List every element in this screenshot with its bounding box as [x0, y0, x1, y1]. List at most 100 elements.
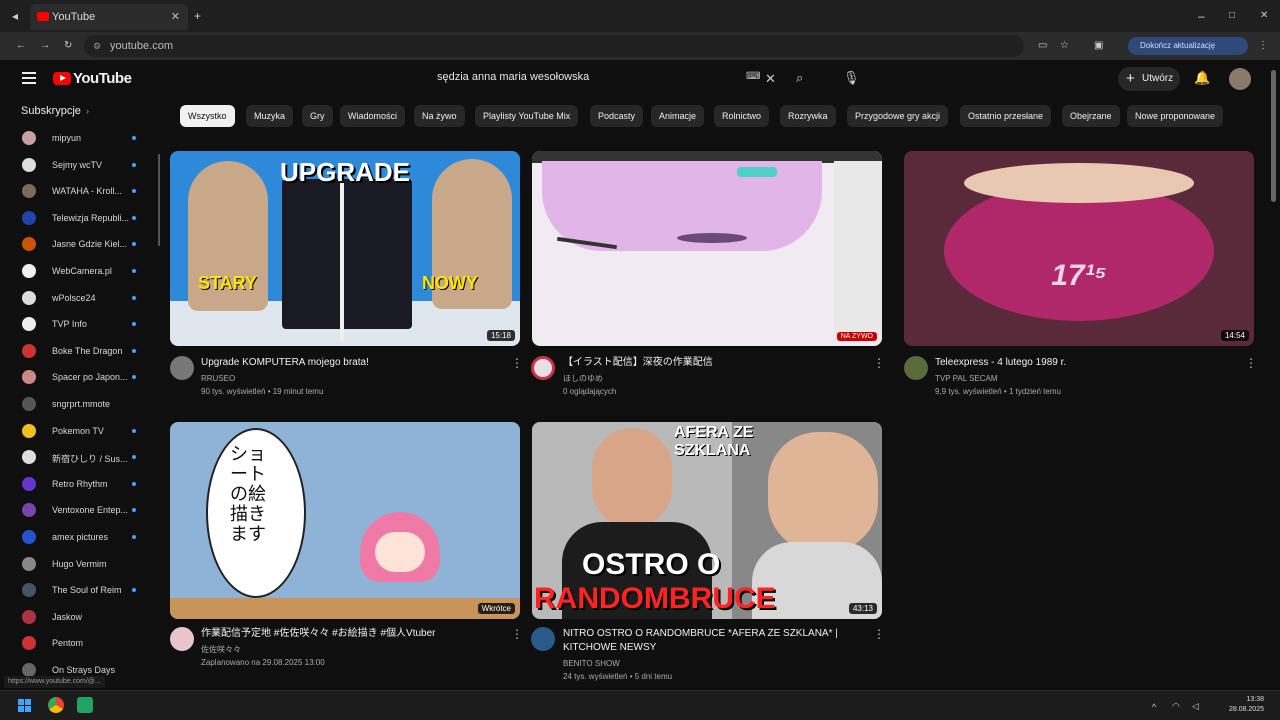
- clear-search-icon[interactable]: ✕: [765, 71, 776, 87]
- chrome-app-icon[interactable]: [48, 697, 64, 713]
- video-title[interactable]: 【イラスト配信】深夜の作業配信: [563, 356, 863, 370]
- back-icon[interactable]: ←: [16, 38, 26, 54]
- video-thumbnail-4[interactable]: ショートの絵 描きます Wkrótce: [170, 422, 520, 619]
- sidebar-subscription-item[interactable]: Pentom: [0, 630, 150, 656]
- update-button[interactable]: Dokończ aktualizację: [1128, 37, 1248, 55]
- chip-6[interactable]: Podcasty: [590, 105, 644, 127]
- notifications-icon[interactable]: 🔔: [1194, 70, 1210, 86]
- chip-9[interactable]: Rozrywka: [780, 105, 836, 127]
- sidebar-subscription-item[interactable]: Spacer po Japon...: [0, 364, 150, 390]
- tray-chevron-icon[interactable]: ^: [1152, 699, 1156, 715]
- chip-13[interactable]: Nowe proponowane: [1127, 105, 1224, 127]
- chip-8[interactable]: Rolnictwo: [714, 105, 770, 127]
- tab-menu-icon[interactable]: ◂: [12, 8, 18, 24]
- video-title[interactable]: NITRO OSTRO O RANDOMBRUCE *AFERA ZE SZKL…: [563, 627, 863, 655]
- forward-icon[interactable]: →: [40, 38, 50, 54]
- sidebar-subscription-item[interactable]: 新宿ひしり / Sus...: [0, 444, 150, 470]
- channel-avatar[interactable]: [531, 356, 555, 380]
- sidebar-subscription-item[interactable]: The Soul of Reim: [0, 577, 150, 603]
- sidebar-subscription-item[interactable]: mipyun: [0, 125, 150, 151]
- video-title[interactable]: Upgrade KOMPUTERA mojego brata!: [201, 356, 501, 370]
- minimize-icon[interactable]: –: [1198, 8, 1205, 24]
- chip-3[interactable]: Wiadomości: [340, 105, 406, 127]
- bookmark-icon[interactable]: ☆: [1060, 38, 1069, 54]
- channel-name[interactable]: 佐佐咲々々: [201, 644, 501, 656]
- search-input[interactable]: sędzia anna maria wesołowska: [437, 71, 589, 83]
- subscriptions-heading[interactable]: Subskrypcje: [21, 105, 81, 117]
- channel-avatar[interactable]: [170, 627, 194, 651]
- youtube-logo-icon[interactable]: [53, 72, 71, 85]
- sidebar-subscription-item[interactable]: WATAHA - Kroll...: [0, 178, 150, 204]
- video-thumbnail-3[interactable]: 17¹⁵ 14:54: [904, 151, 1254, 346]
- sidebar-subscription-item[interactable]: sngrprt.mmote: [0, 391, 150, 417]
- sidebar-subscription-item[interactable]: wPolsce24: [0, 285, 150, 311]
- menu-icon[interactable]: [22, 72, 36, 84]
- video-title[interactable]: 作業配信予定地 #佐佐咲々々 #お絵描き #個人Vtuber: [201, 627, 501, 641]
- close-window-icon[interactable]: ✕: [1260, 8, 1268, 24]
- video-thumbnail-5[interactable]: AFERA ZE SZKLANA OSTRO O RANDOMBRUCE 43:…: [532, 422, 882, 619]
- site-info-icon[interactable]: ⚙: [93, 35, 101, 57]
- browser-tab[interactable]: YouTube ✕: [30, 4, 188, 30]
- channel-avatar[interactable]: [904, 356, 928, 380]
- search-icon[interactable]: ⌕: [796, 70, 803, 86]
- chip-11[interactable]: Ostatnio przesłane: [960, 105, 1052, 127]
- chip-7[interactable]: Animacje: [651, 105, 705, 127]
- channel-name[interactable]: TVP PAL SECAM: [935, 373, 1235, 385]
- close-tab-icon[interactable]: ✕: [171, 4, 180, 30]
- volume-icon[interactable]: ◁: [1192, 698, 1199, 714]
- spreadsheet-app-icon[interactable]: [77, 697, 93, 713]
- chip-4[interactable]: Na żywo: [414, 105, 465, 127]
- video-thumbnail-1[interactable]: UPGRADE STARY NOWY 15:18: [170, 151, 520, 346]
- more-icon[interactable]: ⋮: [1258, 38, 1268, 54]
- channel-avatar[interactable]: [170, 356, 194, 380]
- more-actions-icon[interactable]: ⋮: [511, 627, 523, 641]
- sidebar-subscription-item[interactable]: Telewizja Republi...: [0, 205, 150, 231]
- channel-name[interactable]: ほしのゆめ: [563, 373, 863, 385]
- microphone-icon[interactable]: 🎙: [843, 70, 860, 86]
- sidebar-subscription-item[interactable]: Sejmy wcTV: [0, 152, 150, 178]
- install-icon[interactable]: ▭: [1038, 38, 1047, 54]
- chip-5[interactable]: Playlisty YouTube Mix: [475, 105, 579, 127]
- reload-icon[interactable]: ↻: [64, 38, 72, 54]
- sidebar-subscription-item[interactable]: WebCamera.pl: [0, 258, 150, 284]
- more-actions-icon[interactable]: ⋮: [873, 356, 885, 370]
- create-button[interactable]: + Utwórz: [1118, 67, 1180, 91]
- video-thumbnail-2[interactable]: NA ŻYWO: [532, 151, 882, 346]
- chevron-right-icon[interactable]: ›: [86, 106, 89, 116]
- channel-name[interactable]: BENITO SHOW: [563, 658, 863, 670]
- page-scrollbar[interactable]: [1271, 70, 1276, 202]
- sidebar-subscription-item[interactable]: TVP Info: [0, 311, 150, 337]
- wifi-icon[interactable]: ◠: [1172, 698, 1180, 714]
- sidebar-item-label: Pokemon TV: [52, 425, 104, 436]
- sidebar-subscription-item[interactable]: Hugo Vermim: [0, 551, 150, 577]
- sidebar-item-label: The Soul of Reim: [52, 585, 122, 596]
- chip-10[interactable]: Przygodowe gry akcji: [847, 105, 949, 127]
- clock[interactable]: 13:38 28.08.2025: [1229, 695, 1264, 715]
- sidebar-subscription-item[interactable]: Jasne Gdzie Kiel...: [0, 231, 150, 257]
- sidebar-scrollbar[interactable]: [158, 154, 160, 246]
- avatar[interactable]: [1229, 68, 1251, 90]
- windows-start-icon[interactable]: [18, 699, 32, 713]
- extensions-icon[interactable]: ▣: [1094, 38, 1103, 54]
- chip-12[interactable]: Obejrzane: [1062, 105, 1120, 127]
- sidebar-subscription-item[interactable]: amex pictures: [0, 524, 150, 550]
- channel-name[interactable]: RRUSEO: [201, 373, 501, 385]
- youtube-logo-text[interactable]: YouTube: [73, 70, 132, 87]
- channel-avatar[interactable]: [531, 627, 555, 651]
- more-actions-icon[interactable]: ⋮: [873, 627, 885, 641]
- sidebar-subscription-item[interactable]: Retro Rhythm: [0, 471, 150, 497]
- sidebar-subscription-item[interactable]: Boke The Dragon: [0, 338, 150, 364]
- chip-0[interactable]: Wszystko: [180, 105, 235, 127]
- sidebar-subscription-item[interactable]: Jaskow: [0, 604, 150, 630]
- new-tab-icon[interactable]: +: [194, 8, 201, 24]
- chip-2[interactable]: Gry: [302, 105, 333, 127]
- url-input[interactable]: ⚙ youtube.com: [84, 35, 1024, 57]
- keyboard-icon[interactable]: ⌨: [746, 71, 760, 82]
- maximize-icon[interactable]: □: [1229, 8, 1235, 24]
- video-title[interactable]: Teleexpress - 4 lutego 1989 r.: [935, 356, 1235, 370]
- chip-1[interactable]: Muzyka: [246, 105, 294, 127]
- more-actions-icon[interactable]: ⋮: [511, 356, 523, 370]
- sidebar-subscription-item[interactable]: Pokemon TV: [0, 418, 150, 444]
- more-actions-icon[interactable]: ⋮: [1245, 356, 1257, 370]
- sidebar-subscription-item[interactable]: Ventoxone Entep...: [0, 497, 150, 523]
